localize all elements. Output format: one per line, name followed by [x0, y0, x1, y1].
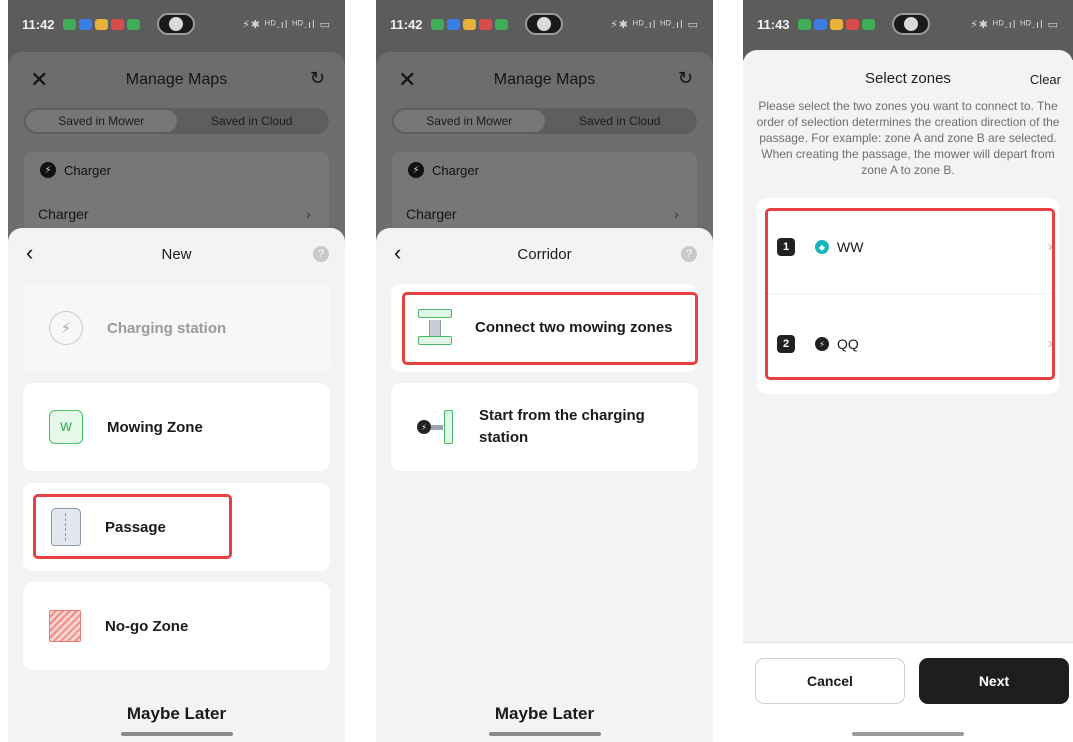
phone-screen-select-zones: 11:43 ⚡✱ ᴴᴰ.ıl ᴴᴰ.ıl ▭ Select zones Clea…: [743, 0, 1073, 742]
sheet-header: ‹ New ?: [8, 228, 345, 280]
maybe-later-button[interactable]: Maybe Later: [8, 704, 345, 724]
maybe-later-button[interactable]: Maybe Later: [376, 704, 713, 724]
phone-screen-corridor: 11:42 ⚡✱ ᴴᴰ.ıl ᴴᴰ.ıl ▭ ✕ Manage Maps ↻ S…: [376, 0, 713, 742]
charger-item[interactable]: Charger ›: [406, 206, 679, 222]
option-label: Start from the charging station: [479, 405, 645, 449]
charger-item[interactable]: Charger ›: [38, 206, 311, 222]
saved-location-tabs: Saved in Mower Saved in Cloud: [24, 108, 329, 134]
back-chevron-icon[interactable]: ‹: [394, 240, 401, 266]
option-label-line: Start from the charging: [479, 407, 645, 424]
next-button[interactable]: Next: [919, 658, 1069, 704]
page-title: Manage Maps: [493, 71, 596, 88]
option-mowing-zone[interactable]: ᴡ Mowing Zone: [23, 383, 330, 471]
status-bar: 11:43 ⚡✱ ᴴᴰ.ıl ᴴᴰ.ıl ▭: [743, 0, 1073, 48]
notification-icon: [446, 18, 460, 30]
notification-icon: [813, 18, 827, 30]
tab-saved-in-cloud[interactable]: Saved in Cloud: [545, 110, 696, 132]
charger-item-label: Charger: [38, 206, 89, 222]
new-bottom-sheet: ‹ New ? ⚡ Charging station ᴡ Mowing Zone…: [8, 228, 345, 742]
home-indicator: [852, 732, 964, 736]
home-indicator: [488, 732, 601, 736]
charging-station-icon: ⚡: [49, 311, 83, 345]
no-go-zone-icon: [49, 610, 81, 642]
charger-header: ⚡ Charger: [24, 152, 329, 188]
cancel-button[interactable]: Cancel: [755, 658, 905, 704]
option-start-from-charging-station[interactable]: ⚡ Start from the charging station: [391, 383, 698, 471]
notification-icon: [78, 18, 92, 30]
help-icon[interactable]: ?: [313, 246, 329, 262]
highlight-box: [765, 208, 1055, 380]
mowing-zone-icon: ᴡ: [49, 410, 83, 444]
option-label: No-go Zone: [105, 617, 189, 635]
select-zones-sheet: Select zones Clear Please select the two…: [743, 50, 1073, 742]
status-time: 11:42: [390, 16, 423, 32]
notification-icon: [462, 18, 476, 30]
back-chevron-icon[interactable]: ‹: [26, 240, 33, 266]
dynamic-island: [156, 13, 195, 35]
notification-icon: [430, 18, 444, 30]
notification-icon: [494, 18, 508, 30]
lightning-icon: ⚡: [408, 162, 424, 178]
notification-icon: [62, 18, 76, 30]
action-footer: Cancel Next: [743, 642, 1073, 742]
sheet-title: Corridor: [517, 245, 572, 263]
sheet-title: New: [161, 245, 192, 263]
notification-icon: [861, 18, 875, 30]
status-indicators: ⚡✱ ᴴᴰ.ıl ᴴᴰ.ıl ▭: [610, 18, 699, 31]
tab-saved-in-mower[interactable]: Saved in Mower: [394, 110, 545, 132]
phone-screen-new: 11:42 ⚡✱ ᴴᴰ.ıl ᴴᴰ.ıl ▭ ✕ Manage Maps ↻ S…: [8, 0, 345, 742]
status-indicators: ⚡✱ ᴴᴰ.ıl ᴴᴰ.ıl ▭: [970, 18, 1059, 31]
sheet-title: Select zones: [865, 70, 951, 87]
charger-item-label: Charger: [406, 206, 457, 222]
option-label: Charging station: [107, 319, 227, 337]
close-icon[interactable]: ✕: [398, 67, 416, 93]
charger-header-label: Charger: [432, 162, 479, 178]
refresh-icon[interactable]: ↻: [678, 68, 693, 89]
option-label-line: station: [479, 429, 529, 446]
option-label: Mowing Zone: [107, 418, 203, 436]
sheet-header: ‹ Corridor ?: [376, 228, 713, 280]
notification-icon: [126, 18, 140, 30]
notification-icon: [478, 18, 492, 30]
dynamic-island: [891, 13, 930, 35]
help-icon[interactable]: ?: [681, 246, 697, 262]
highlight-box: [33, 494, 232, 559]
status-bar: 11:42 ⚡✱ ᴴᴰ.ıl ᴴᴰ.ıl ▭: [8, 0, 345, 48]
start-charging-icon: ⚡: [417, 409, 457, 445]
option-charging-station[interactable]: ⚡ Charging station: [23, 284, 330, 372]
notification-icon: [845, 18, 859, 30]
chevron-right-icon: ›: [674, 206, 679, 222]
tab-saved-in-cloud[interactable]: Saved in Cloud: [177, 110, 328, 132]
page-title: Manage Maps: [125, 71, 228, 88]
instructions-text: Please select the two zones you want to …: [756, 99, 1060, 177]
option-no-go-zone[interactable]: No-go Zone: [23, 582, 330, 670]
corridor-bottom-sheet: ‹ Corridor ? Connect two mowing zones ⚡ …: [376, 228, 713, 742]
notification-icon: [110, 18, 124, 30]
refresh-icon[interactable]: ↻: [310, 68, 325, 89]
close-icon[interactable]: ✕: [30, 67, 48, 93]
status-time: 11:43: [757, 16, 790, 32]
manage-maps-header: ✕ Manage Maps ↻: [376, 52, 713, 108]
charger-section: ⚡ Charger Charger ›: [24, 152, 329, 232]
charger-header-label: Charger: [64, 162, 111, 178]
notification-icon: [829, 18, 843, 30]
clear-button[interactable]: Clear: [1030, 72, 1061, 87]
lightning-icon: ⚡: [40, 162, 56, 178]
highlight-box: [402, 292, 698, 365]
notification-icon: [797, 18, 811, 30]
status-bar: 11:42 ⚡✱ ᴴᴰ.ıl ᴴᴰ.ıl ▭: [376, 0, 713, 48]
charger-header: ⚡ Charger: [392, 152, 697, 188]
status-indicators: ⚡✱ ᴴᴰ.ıl ᴴᴰ.ıl ▭: [242, 18, 331, 31]
charger-section: ⚡ Charger Charger ›: [392, 152, 697, 232]
tab-saved-in-mower[interactable]: Saved in Mower: [26, 110, 177, 132]
home-indicator: [120, 732, 233, 736]
status-time: 11:42: [22, 16, 55, 32]
chevron-right-icon: ›: [306, 206, 311, 222]
notification-icon: [94, 18, 108, 30]
saved-location-tabs: Saved in Mower Saved in Cloud: [392, 108, 697, 134]
dynamic-island: [524, 13, 563, 35]
manage-maps-header: ✕ Manage Maps ↻: [8, 52, 345, 108]
